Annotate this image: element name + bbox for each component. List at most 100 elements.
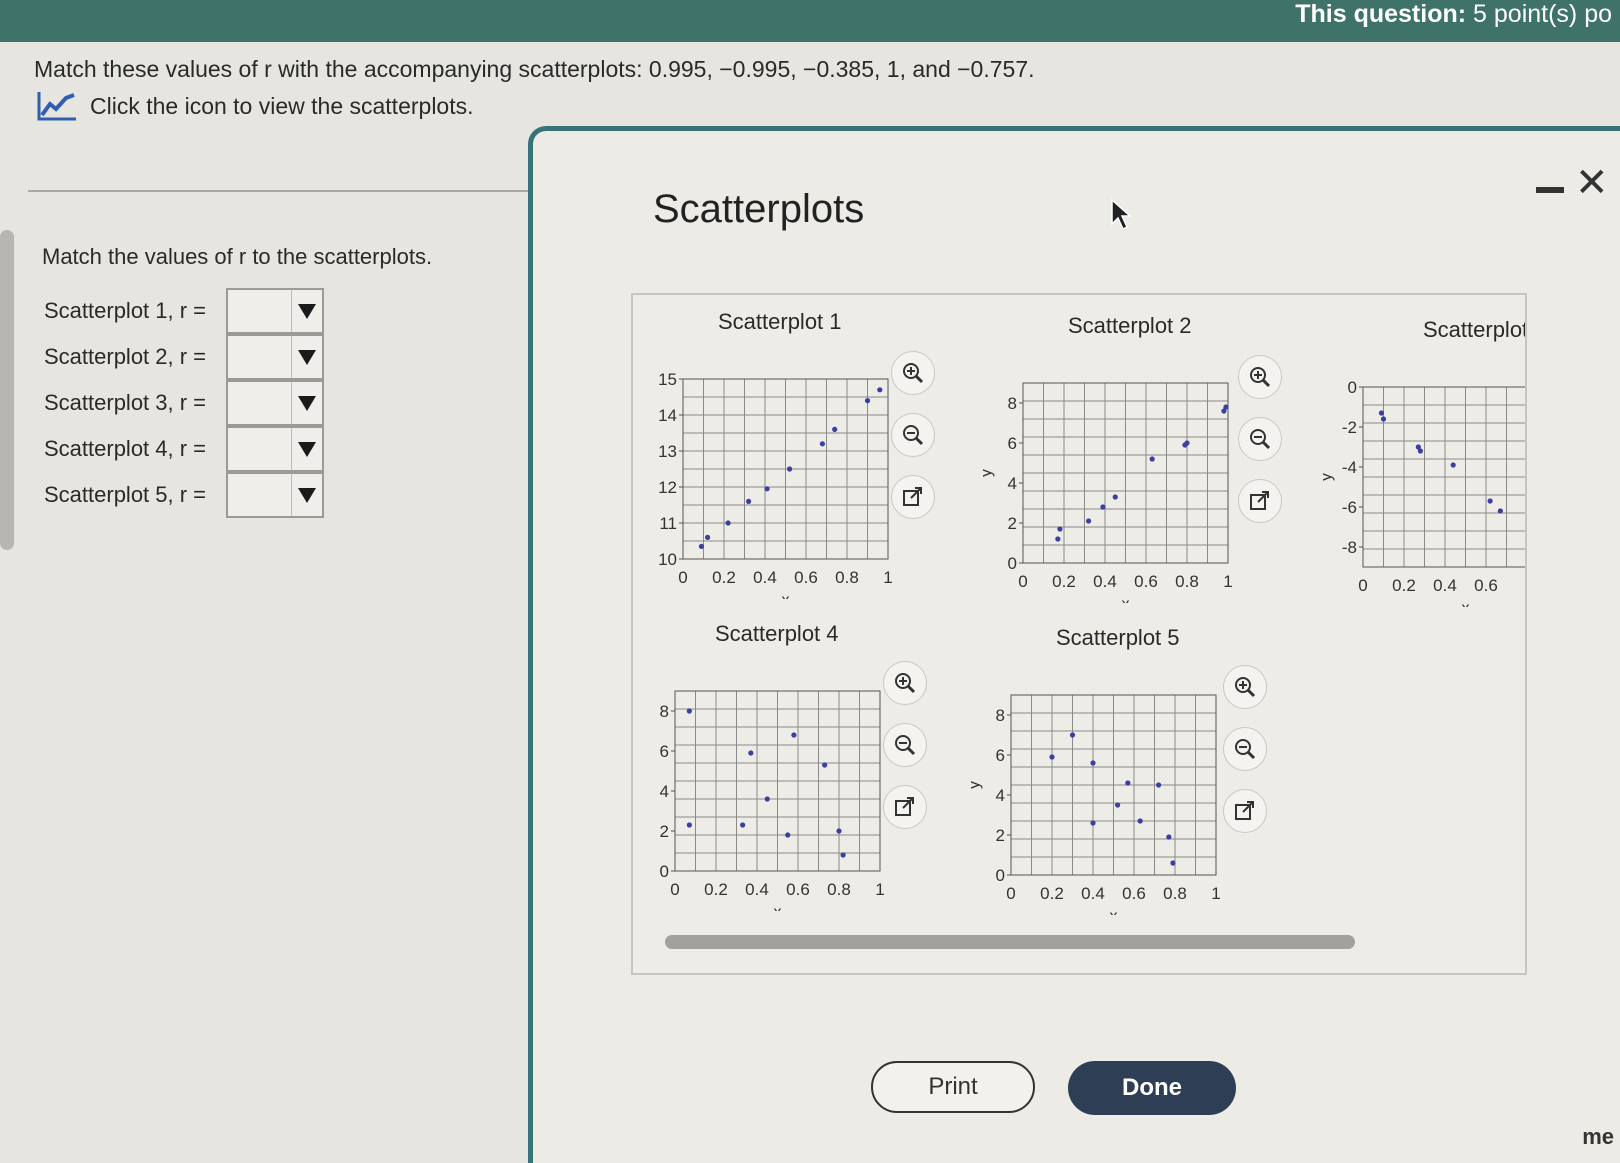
match-select-2[interactable] — [226, 334, 324, 380]
y-tick-label: -2 — [1342, 418, 1357, 437]
y-tick-label: 6 — [1008, 434, 1017, 453]
scatterplot-4: Scatterplot 400.20.40.60.8102468x — [635, 621, 885, 911]
zoom-in-icon[interactable] — [1238, 355, 1282, 399]
match-select-3[interactable] — [226, 380, 324, 426]
match-label-2: Scatterplot 2, r = — [44, 344, 207, 369]
match-select-1[interactable] — [226, 288, 324, 334]
data-point — [1184, 440, 1190, 446]
zoom-in-icon[interactable] — [891, 351, 935, 395]
y-axis-label: y — [983, 469, 995, 477]
match-row-4: Scatterplot 4, r = — [44, 426, 324, 472]
x-tick-label: 1 — [1211, 884, 1220, 903]
y-tick-label: 6 — [660, 742, 669, 761]
x-tick-label: 0.6 — [1122, 884, 1146, 903]
y-tick-label: 4 — [1008, 474, 1017, 493]
scatterplot-2: Scatterplot 200.20.40.60.8102468xy — [983, 313, 1233, 603]
data-point — [1223, 404, 1229, 410]
match-select-5[interactable] — [226, 472, 324, 518]
done-button[interactable]: Done — [1068, 1061, 1236, 1115]
horizontal-scrollbar[interactable] — [665, 935, 1355, 949]
zoom-out-icon[interactable] — [1238, 417, 1282, 461]
zoom-out-icon[interactable] — [891, 413, 935, 457]
match-label-1: Scatterplot 1, r = — [44, 298, 207, 323]
question-text: Match these values of r with the accompa… — [34, 56, 1035, 82]
chevron-down-icon[interactable] — [291, 336, 322, 378]
data-point — [1100, 504, 1106, 510]
plot-tools — [1223, 665, 1267, 833]
data-point — [1090, 760, 1096, 766]
x-tick-label: 0 — [678, 568, 687, 587]
minimize-icon[interactable] — [1536, 187, 1564, 193]
data-point — [1149, 456, 1155, 462]
open-external-icon[interactable] — [891, 475, 935, 519]
match-label-4: Scatterplot 4, r = — [44, 436, 207, 461]
mouse-cursor-icon — [1111, 198, 1132, 231]
data-point — [686, 822, 692, 828]
zoom-in-icon[interactable] — [883, 661, 927, 705]
view-scatterplots-link[interactable]: Click the icon to view the scatterplots. — [36, 90, 474, 122]
data-point — [764, 486, 770, 492]
y-tick-label: 2 — [1008, 514, 1017, 533]
x-tick-label: 0.6 — [794, 568, 818, 587]
match-label-5: Scatterplot 5, r = — [44, 482, 207, 507]
data-point — [1166, 834, 1172, 840]
data-point — [1086, 518, 1092, 524]
x-tick-label: 0.8 — [1163, 884, 1187, 903]
open-external-icon[interactable] — [1223, 789, 1267, 833]
zoom-out-icon[interactable] — [1223, 727, 1267, 771]
match-title: Match the values of r to the scatterplot… — [42, 244, 433, 269]
scatterplots-dialog: Scatterplots ✕ Scatterplot 1 0 0.2 0.4 0.6 0.… — [528, 126, 1620, 1163]
data-point — [836, 828, 842, 834]
data-point — [840, 852, 846, 858]
y-tick-label: 8 — [1008, 394, 1017, 413]
zoom-in-icon[interactable] — [1223, 665, 1267, 709]
data-point — [1417, 448, 1423, 454]
chevron-down-icon[interactable] — [291, 428, 322, 470]
scatterplot-3: Scatterplot 300.20.40.60-2-4-6-8xy — [1323, 317, 1525, 607]
x-tick-label: 0.2 — [712, 568, 736, 587]
zoom-out-icon[interactable] — [883, 723, 927, 767]
data-point — [1487, 498, 1493, 504]
x-tick-label: 0.4 — [1081, 884, 1105, 903]
match-row-5: Scatterplot 5, r = — [44, 472, 324, 518]
open-external-icon[interactable] — [883, 785, 927, 829]
data-point — [740, 822, 746, 828]
data-point — [1057, 526, 1063, 532]
y-tick-label: 0 — [1008, 554, 1017, 573]
y-tick-label: 14 — [658, 406, 677, 425]
data-point — [725, 520, 731, 526]
plot-tools — [1238, 355, 1282, 523]
data-point — [877, 387, 883, 393]
data-point — [864, 398, 871, 404]
y-tick-label: 8 — [996, 706, 1005, 725]
trend-chart-icon[interactable] — [36, 90, 78, 122]
x-tick-label: 1 — [1223, 572, 1232, 591]
scatterplot-svg: 0 0.2 0.4 0.6 0.8 1 10 11 12 13 14 15 x — [658, 370, 893, 599]
x-tick-label: 0.4 — [1433, 576, 1457, 595]
data-point — [686, 708, 692, 714]
chevron-down-icon[interactable] — [291, 474, 322, 516]
y-tick-label: 8 — [660, 702, 669, 721]
open-external-icon[interactable] — [1238, 479, 1282, 523]
close-icon[interactable]: ✕ — [1575, 163, 1609, 203]
data-point — [1112, 494, 1118, 500]
x-axis-label: x — [782, 592, 790, 599]
data-point — [1156, 782, 1162, 788]
y-tick-label: 4 — [996, 786, 1005, 805]
chevron-down-icon[interactable] — [291, 382, 322, 424]
print-button[interactable]: Print — [871, 1061, 1035, 1113]
chevron-down-icon[interactable] — [291, 290, 322, 332]
match-row-2: Scatterplot 2, r = — [44, 334, 324, 380]
data-point — [705, 534, 711, 540]
data-point — [1170, 860, 1176, 866]
help-text: Click the icon to view the scatterplots. — [90, 92, 474, 119]
data-point — [1125, 780, 1131, 786]
x-tick-label: 0.8 — [1175, 572, 1199, 591]
data-point — [1069, 732, 1076, 738]
match-select-4[interactable] — [226, 426, 324, 472]
data-point — [787, 466, 793, 472]
y-axis-label: y — [971, 781, 983, 789]
x-tick-label: 0.8 — [827, 880, 851, 899]
y-tick-label: 13 — [658, 442, 677, 461]
page-scrollbar[interactable] — [0, 230, 14, 550]
